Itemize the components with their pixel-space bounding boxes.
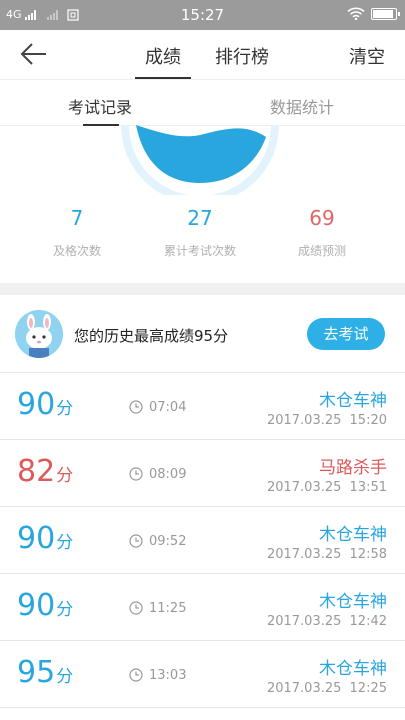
score-unit: 分 [56,667,74,687]
section-divider [0,283,405,295]
record-score: 82分 [17,456,73,492]
stat-pass-count: 7 及格次数 [17,206,137,259]
clear-button[interactable]: 清空 [349,43,385,69]
record-datetime: 2017.03.25 12:42 [266,614,387,629]
score-value: 95 [17,655,56,690]
record-datetime: 2017.03.25 13:51 [266,480,387,495]
status-time: 15:27 [180,6,225,24]
back-arrow-icon[interactable] [20,42,48,66]
tab-scores[interactable]: 成绩 [135,43,191,79]
score-unit: 分 [56,466,74,486]
score-value: 90 [17,521,56,556]
table-row[interactable]: 90分 07:04 木仓车神 2017.03.25 15:20 [0,373,405,440]
record-duration: 07:04 [149,400,187,415]
clock-icon [129,668,143,682]
score-value: 90 [17,387,56,422]
score-unit: 分 [56,533,74,553]
go-exam-button[interactable]: 去考试 [307,318,385,350]
best-score-text: 您的历史最高成绩95分 [74,327,229,345]
best-score-row: 您的历史最高成绩95分 去考试 [0,295,405,373]
record-score: 90分 [17,590,73,626]
score-unit: 分 [56,399,74,419]
table-row[interactable]: 82分 08:09 马路杀手 2017.03.25 13:51 [0,440,405,507]
avatar [15,310,63,358]
record-duration: 13:03 [149,668,187,683]
record-title: 马路杀手 [319,458,387,478]
record-duration: 08:09 [149,467,187,482]
stat-label: 及格次数 [52,244,101,258]
record-title: 木仓车神 [319,525,387,545]
sub-tabs: 考试记录 数据统计 [0,80,405,126]
status-bar: 4G 15:27 [0,0,405,30]
subtab-exam-records[interactable]: 考试记录 [68,94,132,126]
subtab-data-stats[interactable]: 数据统计 [270,94,334,118]
clock-icon [129,467,143,481]
clock-icon [129,400,143,414]
record-title: 木仓车神 [319,391,387,411]
stat-total-exams: 27 累计考试次数 [140,206,260,259]
stat-label: 累计考试次数 [163,244,236,258]
record-score: 90分 [17,523,73,559]
tab-ranking[interactable]: 排行榜 [215,43,269,69]
score-value: 82 [17,454,56,489]
record-duration: 09:52 [149,534,187,549]
clock-icon [129,601,143,615]
score-unit: 分 [56,600,74,620]
clock-icon [129,534,143,548]
wifi-icon [347,7,365,20]
nav-bar: 成绩 排行榜 清空 [0,30,405,80]
record-duration: 11:25 [149,601,187,616]
record-score: 90分 [17,389,73,425]
status-right [347,7,400,20]
table-row[interactable]: 90分 09:52 木仓车神 2017.03.25 12:58 [0,507,405,574]
record-score: 95分 [17,657,73,693]
record-title: 木仓车神 [319,659,387,679]
record-title: 木仓车神 [319,592,387,612]
stat-value: 7 [70,206,84,230]
stat-label: 成绩预测 [297,244,346,258]
table-row[interactable]: 95分 13:03 木仓车神 2017.03.25 12:25 [0,641,405,708]
stat-value: 69 [309,206,335,230]
record-datetime: 2017.03.25 12:25 [266,681,387,696]
record-datetime: 2017.03.25 12:58 [266,547,387,562]
score-value: 90 [17,588,56,623]
stat-value: 27 [187,206,213,230]
record-datetime: 2017.03.25 15:20 [266,413,387,428]
score-gauge [121,125,279,195]
battery-icon [371,7,400,20]
stat-score-prediction: 69 成绩预测 [262,206,382,259]
table-row[interactable]: 90分 11:25 木仓车神 2017.03.25 12:42 [0,574,405,641]
